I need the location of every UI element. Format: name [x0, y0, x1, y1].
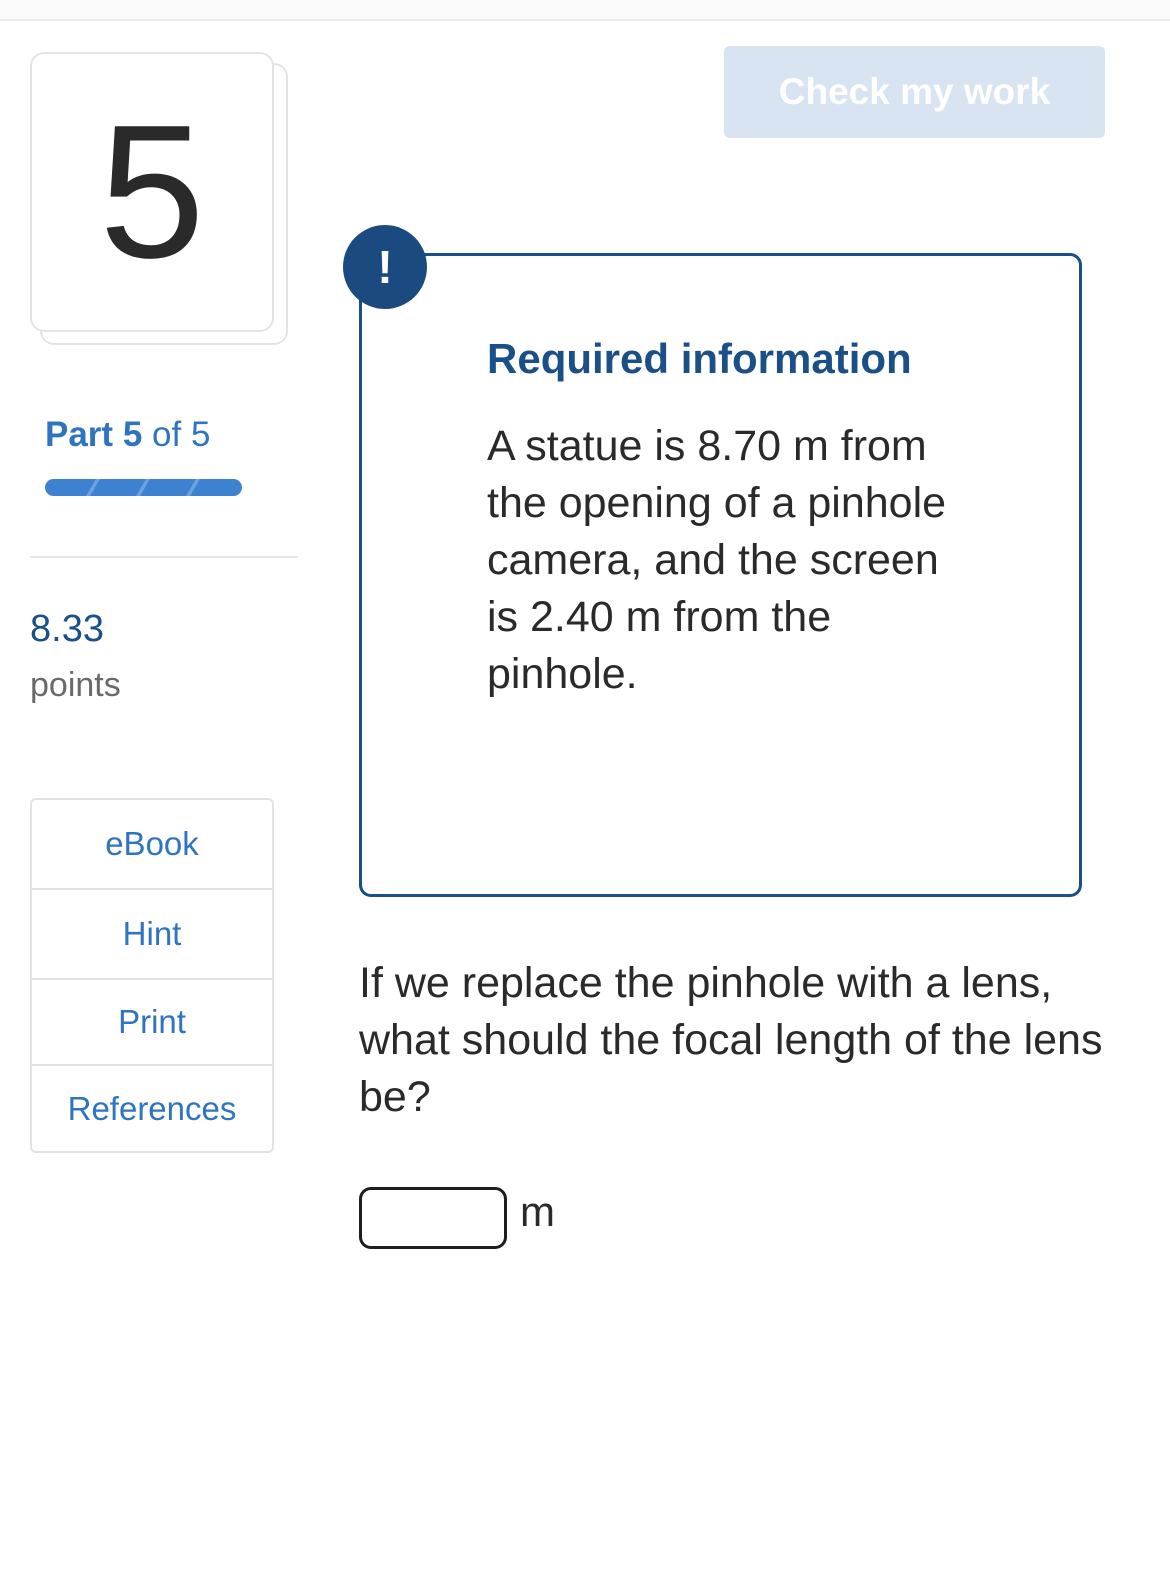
sidebar-divider [30, 556, 298, 558]
hint-link[interactable]: Hint [32, 890, 272, 978]
part-current: 5 [122, 415, 143, 454]
ebook-link[interactable]: eBook [32, 800, 272, 888]
part-indicator: Part 5 of 5 [45, 415, 210, 455]
check-my-work-button[interactable]: Check my work [724, 46, 1105, 138]
answer-input[interactable] [359, 1187, 507, 1249]
print-link[interactable]: Print [32, 980, 272, 1064]
answer-unit: m [520, 1188, 555, 1235]
references-link[interactable]: References [32, 1066, 272, 1151]
question-number: 5 [30, 52, 274, 332]
required-information-title: Required information [487, 335, 912, 382]
progress-segment-divider [136, 479, 150, 496]
tools-panel: eBook Hint Print References [30, 798, 274, 1153]
question-prompt: If we replace the pinhole with a lens, w… [359, 959, 1103, 1121]
part-total: of 5 [152, 415, 211, 454]
points-value: 8.33 [30, 608, 104, 650]
points-label: points [30, 666, 121, 704]
top-strip [0, 0, 1170, 19]
top-divider [0, 19, 1170, 21]
progress-segment-divider [186, 479, 200, 496]
part-label: Part [45, 415, 114, 454]
part-progress-bar [45, 479, 242, 496]
alert-icon: ! [343, 225, 427, 309]
required-information-text: A statue is 8.70 m from the opening of a… [487, 422, 947, 698]
progress-segment-divider [86, 479, 100, 496]
